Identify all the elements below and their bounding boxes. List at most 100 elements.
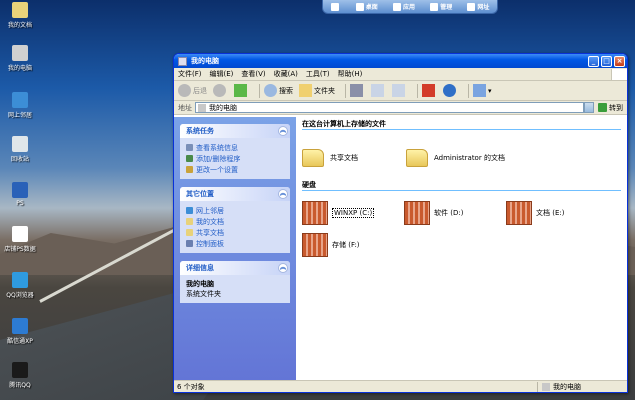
- settings-icon: [186, 166, 193, 173]
- collapse-chevron-icon[interactable]: ︽: [278, 263, 288, 273]
- my-computer-icon: [542, 382, 550, 391]
- windows-icon: [330, 2, 339, 11]
- undo-button[interactable]: [443, 84, 458, 97]
- explorer-window: 我的电脑 _ □ × 文件(F) 编辑(E) 查看(V) 收藏(A) 工具(T)…: [173, 53, 628, 393]
- network-icon: [186, 207, 193, 214]
- hard-drive-icon: [506, 201, 532, 225]
- menu-view[interactable]: 查看(V): [241, 69, 265, 79]
- file-view: 在这台计算机上存储的文件 共享文档 Administrator 的文档 硬盘 W…: [296, 117, 627, 380]
- desktop-icon-ps-data[interactable]: 店铺PS数据: [2, 226, 38, 253]
- folder-icon: [406, 149, 428, 167]
- folder-icon: [186, 218, 193, 225]
- topbar-desktop[interactable]: 桌面: [355, 2, 378, 11]
- desktop-icon-network[interactable]: 网上邻居: [2, 92, 38, 119]
- close-button[interactable]: ×: [614, 55, 625, 67]
- desktop-icon-qq[interactable]: 腾讯QQ: [2, 362, 38, 389]
- doc-icon: [467, 2, 476, 11]
- folder-admin-documents[interactable]: Administrator 的文档: [406, 136, 536, 180]
- details-name: 我的电脑: [186, 280, 214, 288]
- go-button[interactable]: 转到: [598, 103, 623, 113]
- delete-icon: [422, 84, 435, 97]
- place-network[interactable]: 网上邻居: [186, 205, 284, 216]
- qq-penguin-icon: [12, 362, 28, 378]
- up-folder-icon: [234, 84, 247, 97]
- up-button[interactable]: [234, 84, 249, 97]
- task-change-setting[interactable]: 更改一个设置: [186, 164, 284, 175]
- paste-icon: [392, 84, 405, 97]
- delete-button[interactable]: [422, 84, 437, 97]
- menu-edit[interactable]: 编辑(E): [210, 69, 234, 79]
- drive-d[interactable]: 软件 (D:): [404, 197, 506, 229]
- copy-button[interactable]: [371, 84, 386, 97]
- paste-button[interactable]: [392, 84, 407, 97]
- desktop-icon-my-documents[interactable]: 我的文档: [2, 2, 38, 29]
- undo-icon: [443, 84, 456, 97]
- collapse-chevron-icon[interactable]: ︽: [278, 189, 288, 199]
- drive-c[interactable]: WINXP (C:): [302, 197, 404, 229]
- menu-help[interactable]: 帮助(H): [338, 69, 363, 79]
- folders-button[interactable]: 文件夹: [299, 84, 335, 97]
- search-button[interactable]: 搜索: [264, 84, 293, 97]
- details-header[interactable]: 详细信息 ︽: [180, 261, 290, 275]
- folder-icon: [302, 149, 324, 167]
- desktop-icon-recycle-bin[interactable]: 回收站: [2, 136, 38, 163]
- drive-f[interactable]: 存储 (F:): [302, 229, 404, 261]
- search-icon: [264, 84, 277, 97]
- task-pane: 系统任务 ︽ 查看系统信息 添加/删除程序 更改一个设置 其它位置 ︽ 网上邻居…: [174, 117, 296, 380]
- minimize-button[interactable]: _: [588, 55, 599, 67]
- back-button[interactable]: 后退: [178, 84, 207, 97]
- system-tasks-header[interactable]: 系统任务 ︽: [180, 124, 290, 138]
- folders-icon: [299, 84, 312, 97]
- menu-tools[interactable]: 工具(T): [306, 69, 330, 79]
- address-bar: 地址 我的电脑 转到: [174, 101, 627, 115]
- drive-e[interactable]: 文档 (E:): [506, 197, 608, 229]
- task-add-remove-programs[interactable]: 添加/删除程序: [186, 153, 284, 164]
- other-places-header[interactable]: 其它位置 ︽: [180, 187, 290, 201]
- my-documents-icon: [12, 2, 28, 18]
- window-titlebar[interactable]: 我的电脑 _ □ ×: [174, 54, 627, 68]
- back-arrow-icon: [178, 84, 191, 97]
- photoshop-icon: [12, 182, 28, 198]
- topbar-url[interactable]: 网址: [467, 2, 489, 11]
- hard-drive-icon: [302, 201, 328, 225]
- copy-icon: [371, 84, 384, 97]
- kuxintong-icon: [12, 318, 28, 334]
- my-computer-icon: [178, 56, 187, 66]
- place-my-documents[interactable]: 我的文档: [186, 216, 284, 227]
- address-dropdown[interactable]: [584, 102, 594, 113]
- desktop-icon-kuxintong[interactable]: 酷信通XP: [2, 318, 38, 345]
- forward-arrow-icon: [213, 84, 226, 97]
- details-panel: 详细信息 ︽ 我的电脑 系统文件夹: [180, 261, 290, 303]
- desktop-icon: [355, 2, 364, 11]
- status-object-count: 6 个对象: [177, 382, 205, 391]
- desktop-icon-qq-browser[interactable]: QQ浏览器: [2, 272, 38, 299]
- desktop-icon-ps[interactable]: PS: [2, 182, 38, 207]
- other-places-panel: 其它位置 ︽ 网上邻居 我的文档 共享文档 控制面板: [180, 187, 290, 253]
- menu-bar: 文件(F) 编辑(E) 查看(V) 收藏(A) 工具(T) 帮助(H): [174, 68, 627, 81]
- folder-shared-documents[interactable]: 共享文档: [302, 136, 406, 180]
- window-content: 系统任务 ︽ 查看系统信息 添加/删除程序 更改一个设置 其它位置 ︽ 网上邻居…: [174, 117, 627, 380]
- task-view-system-info[interactable]: 查看系统信息: [186, 142, 284, 153]
- collapse-chevron-icon[interactable]: ︽: [278, 126, 288, 136]
- address-input[interactable]: 我的电脑: [195, 102, 584, 113]
- menu-favorites[interactable]: 收藏(A): [274, 69, 298, 79]
- cut-button[interactable]: [350, 84, 365, 97]
- toolbar: 后退 搜索 文件夹 ▾: [174, 81, 627, 101]
- place-control-panel[interactable]: 控制面板: [186, 238, 284, 249]
- info-icon: [186, 144, 193, 151]
- topbar-windows[interactable]: [330, 2, 341, 11]
- control-panel-icon: [186, 240, 193, 247]
- topbar-manage[interactable]: 管理: [430, 2, 452, 11]
- views-icon: [473, 84, 486, 97]
- menu-file[interactable]: 文件(F): [178, 69, 202, 79]
- topbar-apps[interactable]: 应用: [392, 2, 415, 11]
- my-computer-icon: [12, 45, 28, 61]
- details-sub: 系统文件夹: [186, 290, 221, 298]
- maximize-button[interactable]: □: [601, 55, 612, 67]
- adobe-icon: [12, 226, 28, 242]
- views-button[interactable]: ▾: [473, 84, 492, 97]
- desktop-icon-my-computer[interactable]: 我的电脑: [2, 45, 38, 72]
- place-shared-documents[interactable]: 共享文档: [186, 227, 284, 238]
- forward-button[interactable]: [213, 84, 228, 97]
- hard-drives-heading: 硬盘: [302, 180, 621, 191]
